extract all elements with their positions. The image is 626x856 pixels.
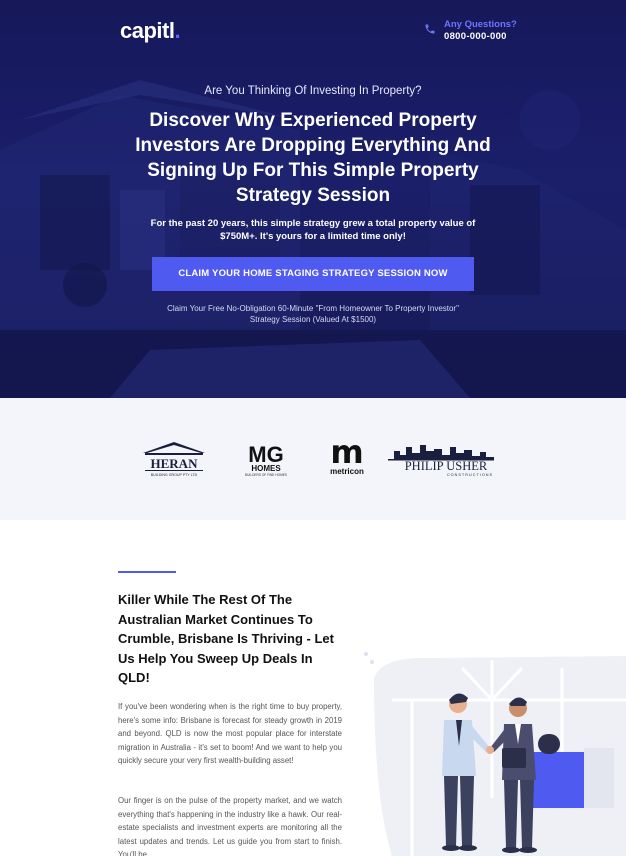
svg-text:BUILDERS OF FINE HOMES: BUILDERS OF FINE HOMES [245, 473, 287, 477]
svg-text:metricon: metricon [330, 467, 364, 476]
brand-logo[interactable]: capitl. [120, 18, 181, 44]
content-section: Killer While The Rest Of The Australian … [0, 520, 626, 856]
hero-section: capitl. Any Questions? 0800-000-000 Are … [0, 0, 626, 398]
contact-phone-number[interactable]: 0800-000-000 [444, 31, 517, 43]
contact-info[interactable]: Any Questions? 0800-000-000 [424, 19, 517, 43]
metricon-logo: m metricon [330, 437, 364, 476]
mg-homes-logo: MG HOMES BUILDERS OF FINE HOMES [245, 442, 287, 477]
hero-eyebrow: Are You Thinking Of Investing In Propert… [204, 85, 422, 97]
claim-session-button[interactable]: CLAIM YOUR HOME STAGING STRATEGY SESSION… [152, 257, 474, 291]
accent-divider [118, 571, 176, 573]
hero-subtitle: For the past 20 years, this simple strat… [150, 218, 476, 242]
cta-note: Claim Your Free No-Obligation 60-Minute … [167, 304, 459, 324]
partner-logos-strip: HERAN BUILDING GROUP PTY LTD MG HOMES BU… [0, 398, 626, 520]
body-paragraph-2: Our finger is on the pulse of the proper… [118, 796, 342, 856]
svg-text:HERAN: HERAN [151, 456, 199, 471]
phone-icon [425, 24, 435, 34]
svg-text:CONSTRUCTIONS: CONSTRUCTIONS [447, 473, 493, 477]
svg-text:BUILDING GROUP PTY LTD: BUILDING GROUP PTY LTD [151, 473, 198, 477]
handshake-illustration [364, 652, 626, 856]
philip-usher-logo: PHILIP USHER CONSTRUCTIONS [388, 445, 494, 477]
body-paragraph-1: If you've been wondering when is the rig… [118, 702, 342, 766]
svg-text:PHILIP USHER: PHILIP USHER [405, 459, 488, 473]
logo-dot: . [174, 18, 181, 43]
svg-text:m: m [330, 437, 363, 471]
svg-text:HOMES: HOMES [251, 464, 281, 473]
contact-question: Any Questions? [444, 19, 517, 30]
section-headline: Killer While The Rest Of The Australian … [118, 592, 334, 685]
hero-title: Discover Why Experienced Property Invest… [135, 110, 491, 206]
heran-logo: HERAN BUILDING GROUP PTY LTD [143, 442, 205, 477]
